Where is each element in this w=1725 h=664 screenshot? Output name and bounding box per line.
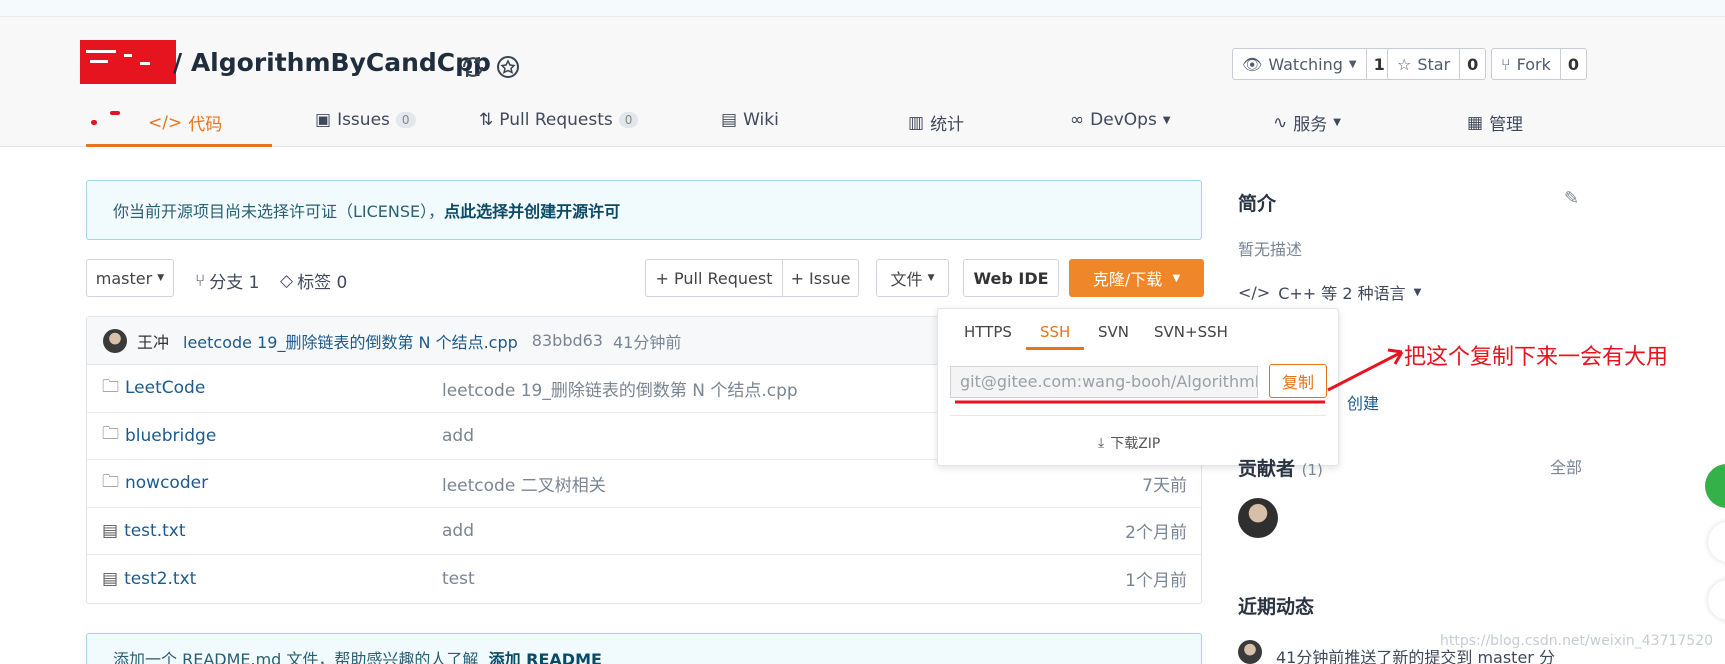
float-button[interactable] — [1708, 522, 1725, 562]
commit-time: 41分钟前 — [612, 332, 682, 352]
web-ide-button[interactable]: Web IDE — [963, 259, 1059, 297]
code-icon: </> — [1238, 282, 1271, 302]
top-strip — [0, 0, 1725, 17]
annotation-text: 把这个复制下来一会有大用 — [1404, 345, 1669, 370]
book-icon: ▤ — [721, 110, 738, 130]
languages-link[interactable]: </> C++ 等 2 种语言 ▼ — [1238, 280, 1421, 304]
tab-issues[interactable]: ▣ Issues 0 — [315, 110, 416, 130]
intro-title: 简介 — [1238, 193, 1277, 215]
create-link[interactable]: 创建 — [1347, 390, 1379, 414]
add-readme-link[interactable]: 添加 README — [489, 646, 602, 664]
tab-stats[interactable]: ▥ 统计 — [908, 110, 964, 136]
fork-icon: ⑂ — [1501, 54, 1511, 74]
caret-down-icon: ▼ — [1333, 117, 1341, 128]
tab-svn[interactable]: SVN — [1098, 323, 1129, 341]
watch-button[interactable]: 👁 Watching ▼ 1 — [1232, 48, 1393, 80]
star-button[interactable]: ☆ Star 0 — [1387, 48, 1487, 80]
create-license-link[interactable]: 点此选择并创建开源许可 — [444, 198, 620, 222]
download-zip-link[interactable]: ⤓ 下载ZIP — [1098, 433, 1160, 453]
tab-services[interactable]: ∿ 服务 ▼ — [1273, 110, 1341, 136]
avatar[interactable] — [1238, 640, 1262, 664]
eye-icon: 👁 — [1242, 54, 1263, 74]
download-icon: ⤓ — [1098, 435, 1105, 451]
tab-pull-requests[interactable]: ⇅ Pull Requests 0 — [479, 110, 639, 130]
caret-down-icon: ▼ — [927, 273, 935, 283]
tag-icon: ◇ — [280, 270, 294, 291]
table-row[interactable]: ▤ test.txt add 2个月前 — [87, 508, 1201, 555]
license-notice: 你当前开源项目尚未选择许可证（LICENSE）， 点此选择并创建开源许可 — [86, 180, 1202, 240]
readme-notice: 添加一个 README.md 文件，帮助感兴趣的人了解 添加 README — [86, 633, 1202, 664]
contributors-title: 贡献者 (1) — [1238, 458, 1323, 480]
issues-icon: ▣ — [315, 110, 332, 130]
pulse-icon: ∿ — [1273, 112, 1288, 133]
caret-down-icon: ▼ — [1413, 286, 1422, 298]
new-issue-button[interactable]: + Issue — [782, 259, 859, 297]
caret-down-icon: ▼ — [1348, 58, 1357, 70]
tab-devops[interactable]: ∞ DevOps ▼ — [1070, 110, 1171, 130]
commit-message[interactable]: leetcode 19_删除链表的倒数第 N 个结点.cpp — [183, 329, 518, 353]
infinity-icon: ∞ — [1070, 110, 1085, 130]
watermark: https://blog.csdn.net/weixin_43717520 — [1440, 633, 1714, 649]
file-menu-button[interactable]: 文件 ▼ — [876, 259, 949, 297]
table-row[interactable]: ▤ test2.txt test 1个月前 — [87, 555, 1201, 603]
fork-button[interactable]: ⑂ Fork 0 — [1491, 48, 1588, 80]
table-row[interactable]: 🗀 nowcoder leetcode 二叉树相关 7天前 — [87, 460, 1201, 508]
float-button[interactable] — [1708, 580, 1725, 620]
tab-https[interactable]: HTTPS — [964, 323, 1012, 341]
tab-wiki[interactable]: ▤ Wiki — [721, 110, 779, 130]
sync-icon[interactable] — [460, 54, 486, 80]
folder-icon: 🗀 — [102, 471, 119, 492]
settings-doc-icon: ▦ — [1467, 112, 1484, 133]
commit-author[interactable]: 王冲 — [137, 329, 169, 353]
divider — [950, 415, 1326, 416]
folder-icon: 🗀 — [102, 424, 119, 445]
intro-description: 暂无描述 — [1238, 240, 1303, 259]
folder-icon: 🗀 — [102, 376, 119, 397]
tab-code[interactable]: </> 代码 — [148, 110, 222, 136]
avatar[interactable] — [1238, 498, 1278, 538]
caret-down-icon: ▼ — [157, 273, 165, 283]
annotation-mark — [110, 111, 120, 115]
fork-count[interactable]: 0 — [1559, 49, 1586, 79]
caret-down-icon: ▼ — [1162, 114, 1171, 126]
caret-down-icon: ▼ — [1172, 272, 1181, 284]
annotation-mark — [91, 120, 97, 125]
star-icon: ☆ — [1397, 54, 1412, 74]
pull-request-icon: ⇅ — [479, 110, 494, 130]
edit-icon[interactable]: ✎ — [1564, 188, 1579, 209]
tags-link[interactable]: ◇ 标签 0 — [280, 268, 347, 294]
tab-ssh[interactable]: SSH — [1040, 323, 1070, 341]
file-icon: ▤ — [102, 568, 119, 589]
file-icon: ▤ — [102, 520, 119, 541]
activity-title: 近期动态 — [1238, 596, 1315, 618]
bar-chart-icon: ▥ — [908, 112, 925, 133]
avatar[interactable] — [103, 328, 127, 353]
owner-name-redacted — [80, 40, 176, 84]
branch-icon: ⑂ — [195, 270, 206, 291]
repo-title[interactable]: / AlgorithmByCandCpp — [173, 48, 491, 77]
star-count[interactable]: 0 — [1459, 49, 1485, 79]
badge-icon[interactable] — [495, 54, 521, 80]
new-pull-request-button[interactable]: + Pull Request — [645, 259, 783, 297]
tab-manage[interactable]: ▦ 管理 — [1467, 110, 1523, 136]
float-button[interactable] — [1705, 464, 1725, 508]
active-tab-indicator — [86, 144, 272, 147]
branch-select[interactable]: master ▼ — [86, 259, 174, 297]
commit-hash[interactable]: 83bbd63 — [532, 331, 603, 350]
tab-svn-ssh[interactable]: SVN+SSH — [1154, 323, 1228, 341]
code-icon: </> — [148, 112, 183, 133]
clone-download-button[interactable]: 克隆/下载 ▼ — [1069, 259, 1204, 297]
branches-link[interactable]: ⑂ 分支 1 — [195, 268, 259, 294]
view-all-contributors[interactable]: 全部 — [1550, 454, 1582, 478]
